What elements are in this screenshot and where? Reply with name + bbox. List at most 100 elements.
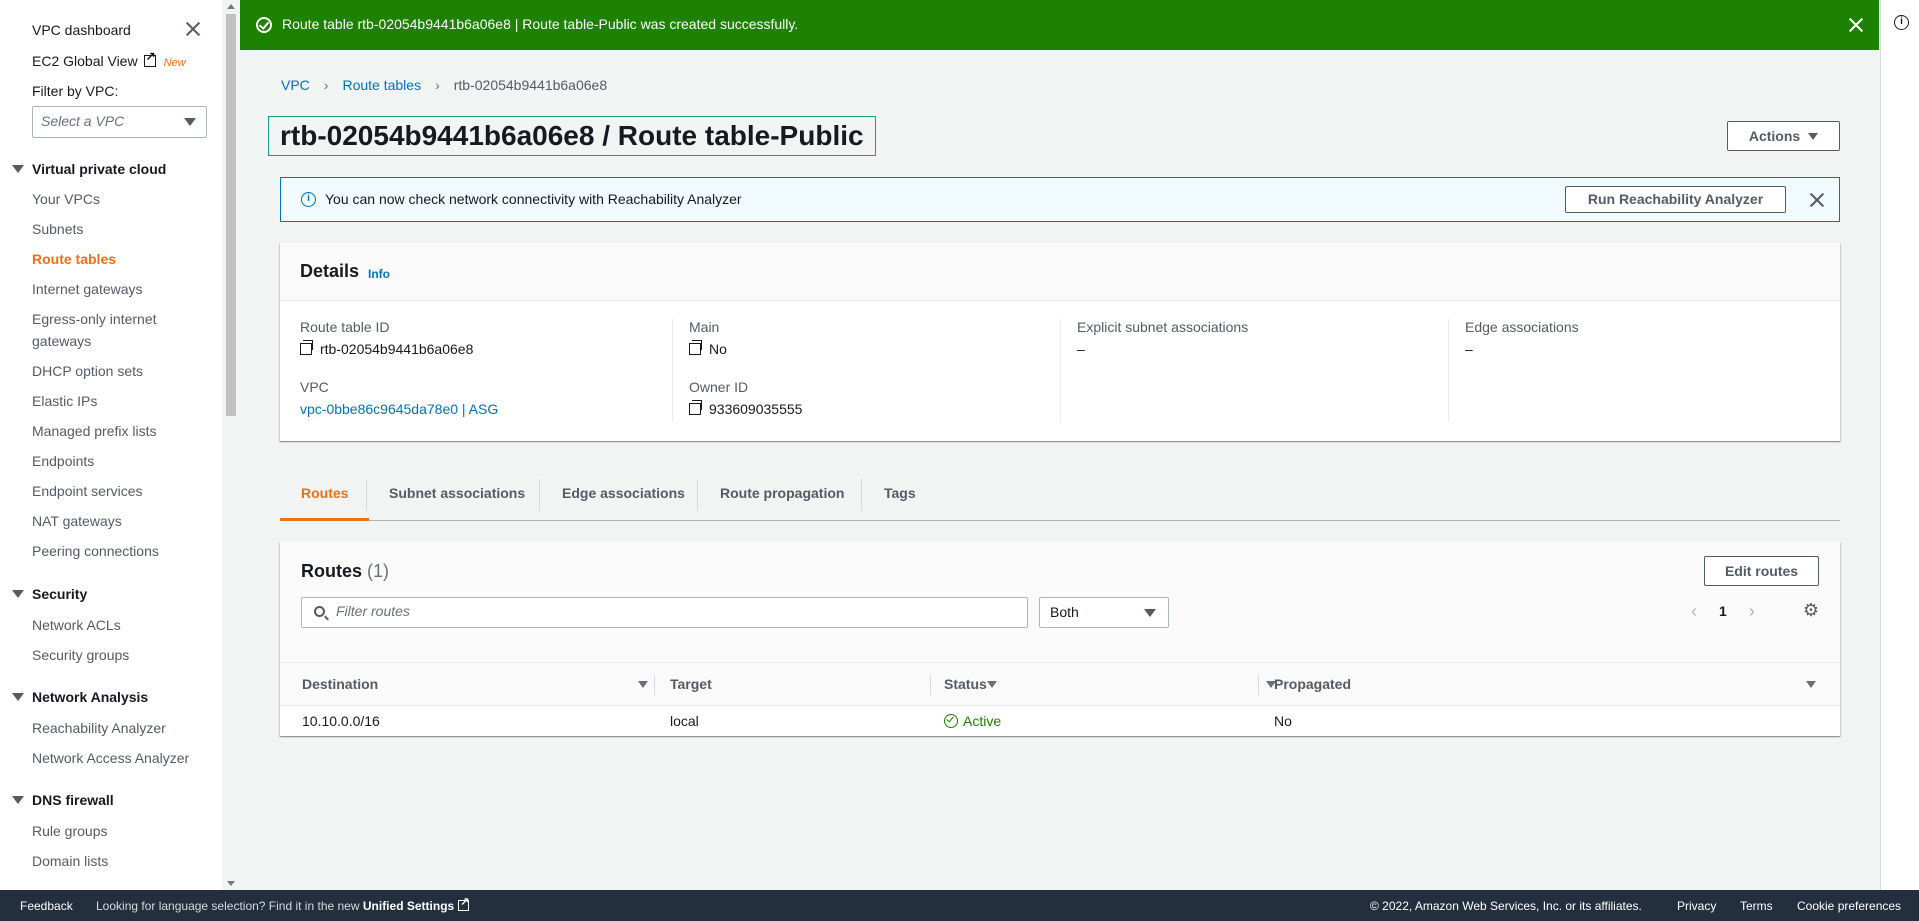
breadcrumb-vpc[interactable]: VPC [281, 77, 310, 93]
unified-settings-link[interactable]: Unified Settings [363, 899, 454, 913]
info-icon: i [301, 192, 316, 207]
chevron-right-icon[interactable]: › [1749, 602, 1755, 620]
route-table-id-text: rtb-02054b9441b6a06e8 [320, 341, 474, 357]
sidebar-item-route-tables[interactable]: Route tables [32, 251, 116, 267]
edge-associations-label: Edge associations [1465, 319, 1579, 335]
sidebar-item-network-acls[interactable]: Network ACLs [32, 617, 121, 633]
column-header-label: Propagated [1274, 676, 1352, 692]
tab-divider [366, 479, 367, 511]
details-column-1: Route table ID rtb-02054b9441b6a06e8 VPC… [300, 319, 670, 422]
sidebar-section-security[interactable]: Security [12, 586, 87, 602]
tab-route-propagation[interactable]: Route propagation [699, 471, 865, 521]
sidebar-item-reachability-analyzer[interactable]: Reachability Analyzer [32, 720, 166, 736]
column-divider [930, 675, 931, 695]
sidebar-item-egress-only-internet-gateways[interactable]: Egress-only internet [32, 311, 157, 327]
info-icon[interactable]: i [1894, 15, 1909, 30]
sidebar-item-endpoint-services[interactable]: Endpoint services [32, 483, 143, 499]
details-column-4: Edge associations – [1448, 319, 1836, 422]
tab-bar: Routes Subnet associations Edge associat… [280, 471, 1840, 521]
sidebar-item-security-groups[interactable]: Security groups [32, 647, 129, 663]
breadcrumb-route-tables[interactable]: Route tables [342, 77, 421, 93]
copy-icon[interactable] [300, 340, 313, 355]
owner-id-text: 933609035555 [709, 401, 803, 417]
sidebar-scrollbar[interactable] [224, 0, 238, 890]
sidebar-item-endpoints[interactable]: Endpoints [32, 453, 94, 469]
close-icon[interactable] [184, 20, 202, 38]
tab-tags[interactable]: Tags [863, 471, 937, 521]
actions-button[interactable]: Actions [1727, 121, 1840, 151]
details-column-3: Explicit subnet associations – [1060, 319, 1448, 422]
page-number[interactable]: 1 [1719, 603, 1727, 619]
flash-message: Route table rtb-02054b9441b6a06e8 | Rout… [282, 16, 799, 32]
success-flash-banner: Route table rtb-02054b9441b6a06e8 | Rout… [240, 0, 1879, 50]
column-header-destination[interactable]: Destination [302, 663, 652, 705]
sidebar-section-network-analysis[interactable]: Network Analysis [12, 689, 148, 705]
close-icon[interactable] [1848, 17, 1864, 33]
filter-routes-input[interactable] [336, 603, 1016, 619]
scroll-down-arrow-icon[interactable] [227, 881, 235, 886]
section-title: Network Analysis [32, 689, 149, 705]
sidebar-item-vpc-dashboard[interactable]: VPC dashboard [32, 22, 131, 38]
feedback-link[interactable]: Feedback [20, 899, 73, 913]
sidebar-item-elastic-ips[interactable]: Elastic IPs [32, 393, 97, 409]
scrollbar-thumb[interactable] [226, 14, 236, 416]
routes-title: Routes (1) [301, 561, 389, 582]
sidebar-item-peering-connections[interactable]: Peering connections [32, 543, 159, 559]
sidebar-section-dns-firewall[interactable]: DNS firewall [12, 792, 114, 808]
run-reachability-analyzer-button[interactable]: Run Reachability Analyzer [1565, 186, 1786, 213]
terms-link[interactable]: Terms [1740, 899, 1773, 913]
close-icon[interactable] [1809, 192, 1825, 208]
sidebar-item-domain-lists[interactable]: Domain lists [32, 853, 108, 869]
sort-icon [638, 681, 648, 688]
main-value: No [689, 340, 727, 357]
chevron-left-icon[interactable]: ‹ [1691, 602, 1697, 620]
tab-edge-associations[interactable]: Edge associations [541, 471, 706, 521]
cell-destination: 10.10.0.0/16 [302, 713, 380, 729]
sidebar-section-virtual-private-cloud[interactable]: Virtual private cloud [12, 161, 166, 177]
page-title: rtb-02054b9441b6a06e8 / Route table-Publ… [268, 116, 876, 156]
filter-routes-field[interactable] [301, 597, 1028, 628]
table-row[interactable]: 10.10.0.0/16 local Active No [280, 706, 1840, 736]
route-filter-select[interactable]: Both [1039, 597, 1169, 628]
sidebar-item-subnets[interactable]: Subnets [32, 221, 83, 237]
vpc-label: VPC [300, 379, 329, 395]
vpc-link[interactable]: vpc-0bbe86c9645da78e0 | ASG [300, 401, 498, 417]
success-check-icon [256, 17, 272, 33]
tab-routes[interactable]: Routes [280, 471, 370, 521]
footer: Feedback Looking for language selection?… [0, 890, 1919, 921]
copy-icon[interactable] [689, 340, 702, 355]
column-header-propagated[interactable]: Propagated [1274, 663, 1824, 705]
gear-icon[interactable]: ⚙ [1802, 601, 1820, 619]
sidebar-item-network-access-analyzer[interactable]: Network Access Analyzer [32, 750, 189, 766]
sidebar-item-egress-only-internet-gateways-line2[interactable]: gateways [32, 333, 91, 349]
sidebar-item-managed-prefix-lists[interactable]: Managed prefix lists [32, 423, 157, 439]
vpc-select[interactable]: Select a VPC [32, 106, 207, 138]
sidebar-item-internet-gateways[interactable]: Internet gateways [32, 281, 143, 297]
caret-down-icon [1144, 609, 1156, 617]
status-active-icon [944, 714, 958, 728]
sidebar-item-ec2-global-view[interactable]: EC2 Global View New [32, 49, 186, 69]
section-title: Security [32, 586, 88, 602]
breadcrumb-current: rtb-02054b9441b6a06e8 [453, 77, 608, 93]
external-link-icon [458, 895, 469, 911]
tab-subnet-associations[interactable]: Subnet associations [368, 471, 546, 521]
caret-down-icon [1808, 133, 1819, 140]
privacy-link[interactable]: Privacy [1677, 899, 1716, 913]
status-text: Active [963, 713, 1002, 729]
edit-routes-button[interactable]: Edit routes [1704, 556, 1819, 586]
route-filter-select-value: Both [1050, 604, 1079, 620]
sidebar-item-rule-groups[interactable]: Rule groups [32, 823, 108, 839]
details-title: Details [300, 261, 360, 281]
column-header-status[interactable]: Status [944, 663, 1284, 705]
info-link[interactable]: Info [368, 267, 390, 281]
routes-title-text: Routes [301, 561, 363, 581]
routes-header: Routes (1) Edit routes Both ‹ 1 › ⚙ [280, 542, 1840, 662]
sort-icon [1806, 681, 1816, 688]
sidebar-item-nat-gateways[interactable]: NAT gateways [32, 513, 122, 529]
sidebar-item-your-vpcs[interactable]: Your VPCs [32, 191, 100, 207]
cookie-preferences-link[interactable]: Cookie preferences [1797, 899, 1901, 913]
scroll-up-arrow-icon[interactable] [227, 4, 235, 9]
sidebar-item-dhcp-option-sets[interactable]: DHCP option sets [32, 363, 143, 379]
copy-icon[interactable] [689, 400, 702, 415]
collapse-triangle-icon [12, 796, 24, 804]
